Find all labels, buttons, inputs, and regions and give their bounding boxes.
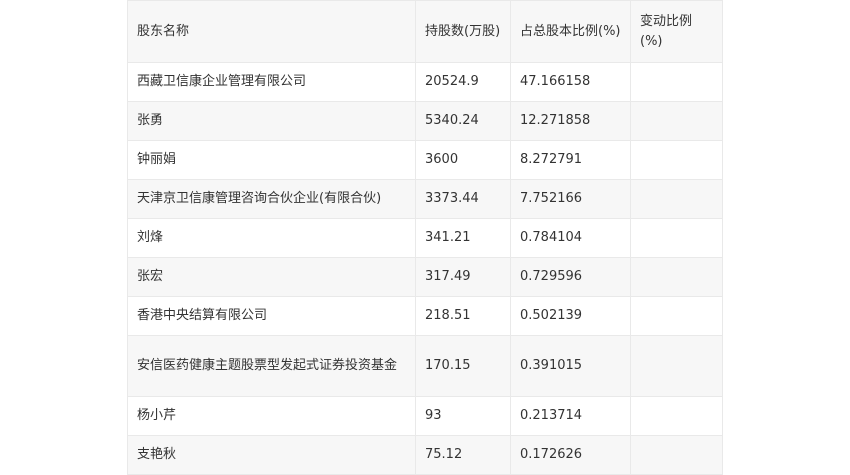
- cell-change-ratio: [630, 335, 723, 397]
- cell-shares-held: 75.12: [415, 435, 511, 475]
- table-row: 安信医药健康主题股票型发起式证券投资基金 170.15 0.391015: [127, 335, 723, 397]
- cell-change-ratio: [630, 396, 723, 436]
- table-row: 支艳秋 75.12 0.172626: [127, 435, 723, 475]
- cell-share-ratio: 0.391015: [510, 335, 631, 397]
- cell-shareholder-name: 钟丽娟: [127, 140, 416, 180]
- table-header-row: 股东名称 持股数(万股) 占总股本比例(%) 变动比例(%): [127, 0, 723, 63]
- cell-change-ratio: [630, 218, 723, 258]
- cell-share-ratio: 12.271858: [510, 101, 631, 141]
- cell-shares-held: 20524.9: [415, 62, 511, 102]
- cell-share-ratio: 0.172626: [510, 435, 631, 475]
- cell-change-ratio: [630, 62, 723, 102]
- cell-share-ratio: 7.752166: [510, 179, 631, 219]
- cell-shares-held: 3373.44: [415, 179, 511, 219]
- cell-shareholder-name: 香港中央结算有限公司: [127, 296, 416, 336]
- cell-shares-held: 3600: [415, 140, 511, 180]
- cell-shares-held: 170.15: [415, 335, 511, 397]
- header-shares-held: 持股数(万股): [415, 0, 511, 63]
- cell-change-ratio: [630, 257, 723, 297]
- header-change-ratio: 变动比例(%): [630, 0, 723, 63]
- cell-shares-held: 341.21: [415, 218, 511, 258]
- cell-shareholder-name: 刘烽: [127, 218, 416, 258]
- table-row: 香港中央结算有限公司 218.51 0.502139: [127, 296, 723, 336]
- table-row: 张宏 317.49 0.729596: [127, 257, 723, 297]
- table-row: 钟丽娟 3600 8.272791: [127, 140, 723, 180]
- cell-share-ratio: 0.784104: [510, 218, 631, 258]
- table-row: 天津京卫信康管理咨询合伙企业(有限合伙) 3373.44 7.752166: [127, 179, 723, 219]
- table-row: 张勇 5340.24 12.271858: [127, 101, 723, 141]
- cell-change-ratio: [630, 101, 723, 141]
- shareholder-table: 股东名称 持股数(万股) 占总股本比例(%) 变动比例(%) 西藏卫信康企业管理…: [127, 0, 723, 475]
- table-row: 刘烽 341.21 0.784104: [127, 218, 723, 258]
- cell-share-ratio: 0.729596: [510, 257, 631, 297]
- cell-shares-held: 317.49: [415, 257, 511, 297]
- cell-share-ratio: 47.166158: [510, 62, 631, 102]
- cell-shares-held: 93: [415, 396, 511, 436]
- cell-change-ratio: [630, 140, 723, 180]
- cell-share-ratio: 0.502139: [510, 296, 631, 336]
- header-shareholder-name: 股东名称: [127, 0, 416, 63]
- cell-shareholder-name: 西藏卫信康企业管理有限公司: [127, 62, 416, 102]
- cell-change-ratio: [630, 435, 723, 475]
- cell-shareholder-name: 张勇: [127, 101, 416, 141]
- header-share-ratio: 占总股本比例(%): [510, 0, 631, 63]
- cell-shareholder-name: 天津京卫信康管理咨询合伙企业(有限合伙): [127, 179, 416, 219]
- cell-shareholder-name: 杨小芹: [127, 396, 416, 436]
- cell-change-ratio: [630, 179, 723, 219]
- cell-shareholder-name: 张宏: [127, 257, 416, 297]
- cell-shares-held: 5340.24: [415, 101, 511, 141]
- cell-share-ratio: 0.213714: [510, 396, 631, 436]
- table-row: 西藏卫信康企业管理有限公司 20524.9 47.166158: [127, 62, 723, 102]
- cell-shares-held: 218.51: [415, 296, 511, 336]
- table-row: 杨小芹 93 0.213714: [127, 396, 723, 436]
- cell-shareholder-name: 支艳秋: [127, 435, 416, 475]
- cell-change-ratio: [630, 296, 723, 336]
- cell-shareholder-name: 安信医药健康主题股票型发起式证券投资基金: [127, 335, 416, 397]
- cell-share-ratio: 8.272791: [510, 140, 631, 180]
- shareholder-table-container: 股东名称 持股数(万股) 占总股本比例(%) 变动比例(%) 西藏卫信康企业管理…: [127, 0, 723, 475]
